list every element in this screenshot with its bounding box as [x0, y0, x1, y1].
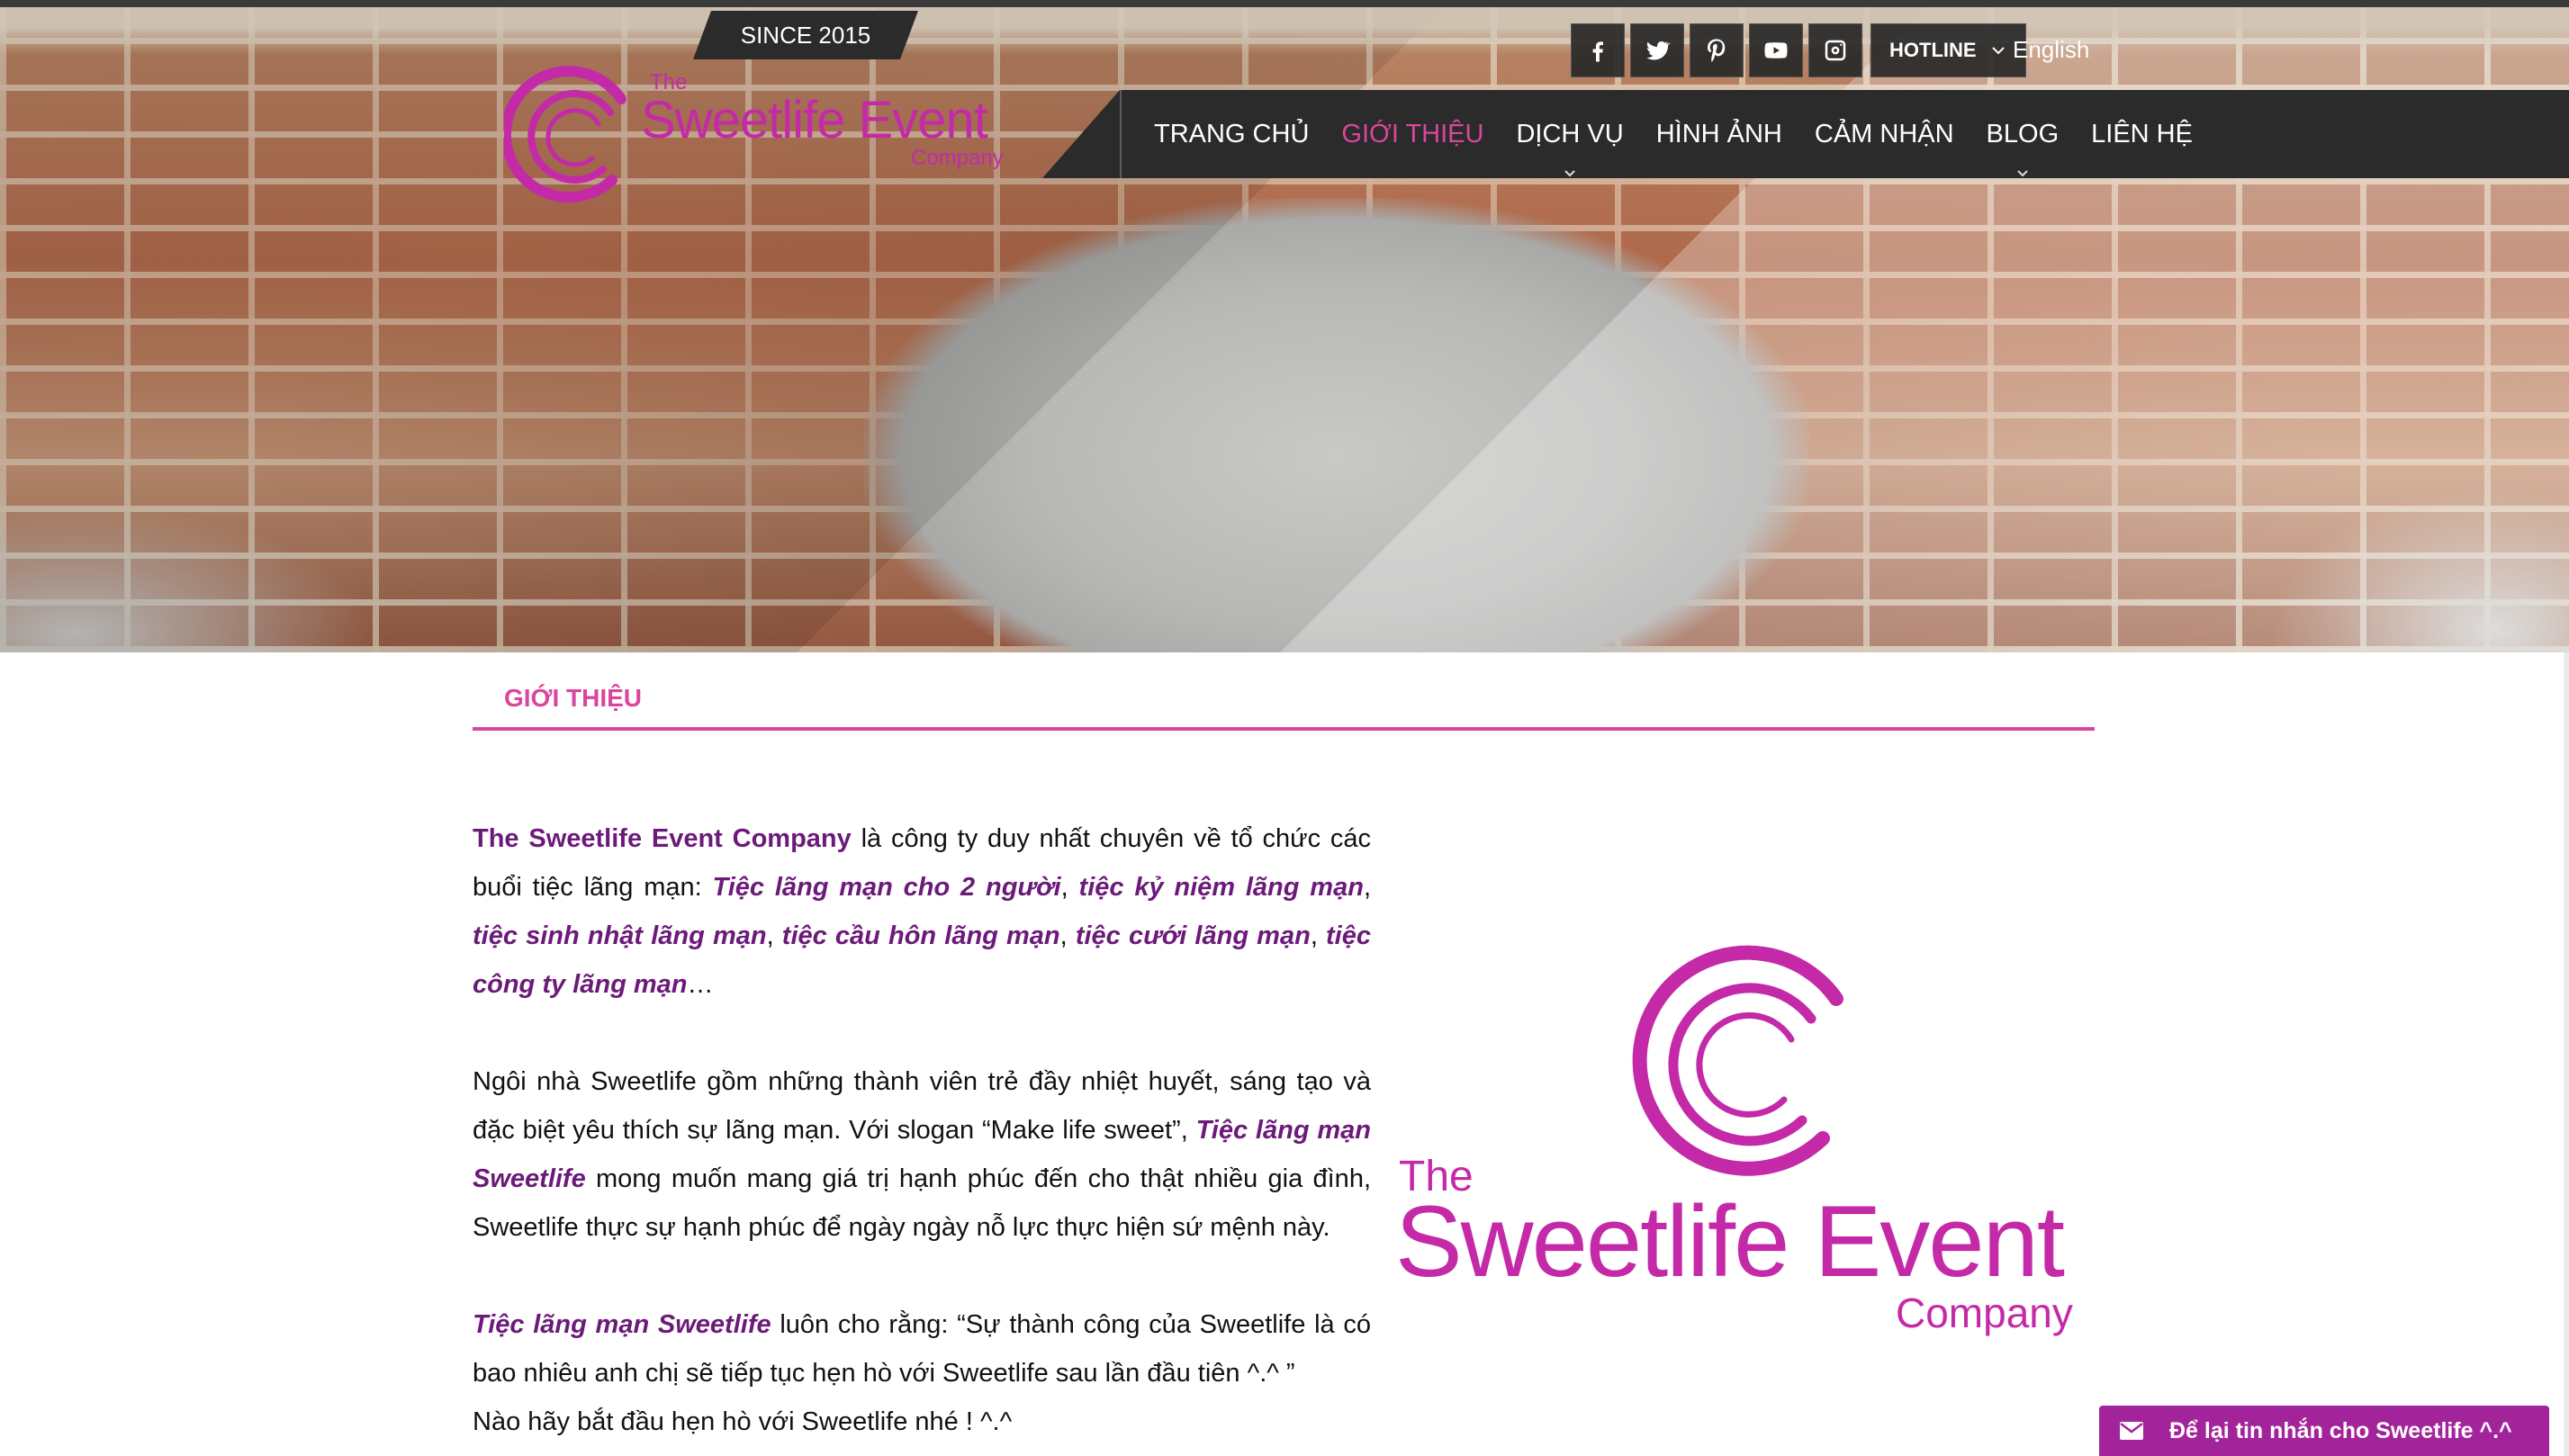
logo-name-text: Sweetlife Event	[641, 91, 988, 149]
nav-item-testimonials[interactable]: CẢM NHẬN	[1798, 90, 1970, 178]
nav-item-contact[interactable]: LIÊN HỆ	[2075, 90, 2209, 178]
article-paragraph: Tiệc lãng mạn Sweetlife luôn cho rằng: “…	[473, 1300, 1371, 1398]
link-sweetlife[interactable]: Tiệc lãng mạn Sweetlife	[473, 1310, 771, 1339]
envelope-icon	[2120, 1422, 2143, 1440]
nav-item-blog[interactable]: BLOG	[1970, 90, 2076, 178]
swirl-logo-icon	[1632, 945, 1843, 1176]
link-anniversary[interactable]: tiệc kỷ niệm lãng mạn	[1079, 873, 1364, 902]
link-proposal[interactable]: tiệc cầu hôn lãng mạn	[782, 921, 1060, 950]
nav-item-label: GIỚI THIỆU	[1341, 119, 1484, 148]
separator: ,	[1310, 921, 1327, 950]
language-switch-link[interactable]: English	[2013, 36, 2089, 64]
article-paragraph: Nào hãy bắt đầu hẹn hò với Sweetlife nhé…	[473, 1407, 1013, 1436]
twitter-icon[interactable]	[1630, 23, 1684, 77]
separator: ,	[1059, 921, 1076, 950]
scrollbar-track[interactable]	[2564, 652, 2569, 1456]
site-logo[interactable]: The Sweetlife Event Company	[504, 63, 1008, 207]
hotline-dropdown[interactable]: HOTLINE	[1870, 23, 2026, 77]
company-name: The Sweetlife Event Company	[473, 824, 852, 853]
main-nav: TRANG CHỦ GIỚI THIỆU DỊCH VỤ HÌNH ẢNH CẢ…	[1120, 90, 2209, 178]
link-wedding[interactable]: tiệc cưới lãng mạn	[1076, 921, 1311, 950]
separator: ,	[1363, 873, 1371, 902]
logo-company-text: Company	[911, 146, 1004, 170]
chevron-down-icon	[1563, 158, 1577, 177]
page-title: GIỚI THIỆU	[504, 684, 643, 712]
chevron-down-icon	[1991, 47, 2005, 55]
ellipsis: …	[687, 970, 714, 999]
instagram-icon[interactable]	[1808, 23, 1862, 77]
hotline-label: HOTLINE	[1889, 39, 1977, 61]
separator: ,	[766, 921, 782, 950]
facebook-icon[interactable]	[1571, 23, 1625, 77]
paragraph-text: mong muốn mang giá trị hạnh phúc đến cho…	[473, 1164, 1371, 1242]
pinterest-icon[interactable]	[1690, 23, 1744, 77]
chat-widget[interactable]: Để lại tin nhắn cho Sweetlife ^.^	[2099, 1406, 2549, 1456]
about-article: The Sweetlife Event Company là công ty d…	[473, 814, 1371, 1446]
hero-top-edge	[0, 0, 2569, 54]
article-paragraph: Ngôi nhà Sweetlife gồm những thành viên …	[473, 1057, 1371, 1252]
chat-label: Để lại tin nhắn cho Sweetlife ^.^	[2169, 1417, 2512, 1443]
article-paragraph: The Sweetlife Event Company là công ty d…	[473, 814, 1371, 1009]
nav-item-gallery[interactable]: HÌNH ẢNH	[1640, 90, 1798, 178]
nav-item-label: BLOG	[1986, 119, 2060, 148]
logo-name-text: Sweetlife Event	[1395, 1185, 2065, 1298]
chevron-down-icon	[2015, 158, 2030, 177]
nav-item-label: DỊCH VỤ	[1516, 119, 1624, 148]
link-birthday[interactable]: tiệc sinh nhật lãng mạn	[473, 921, 767, 950]
since-badge: SINCE 2015	[693, 11, 918, 59]
link-romantic-dinner[interactable]: Tiệc lãng mạn cho 2 người	[713, 873, 1061, 902]
company-logo-image: The Sweetlife Event Company	[1395, 936, 2079, 1336]
separator: ,	[1060, 873, 1079, 902]
nav-item-services[interactable]: DỊCH VỤ	[1500, 90, 1639, 178]
social-links	[1571, 23, 1862, 77]
youtube-icon[interactable]	[1749, 23, 1803, 77]
section-header: GIỚI THIỆU	[473, 684, 2095, 731]
swirl-logo-icon	[504, 66, 626, 203]
nav-item-home[interactable]: TRANG CHỦ	[1138, 90, 1325, 178]
nav-item-about[interactable]: GIỚI THIỆU	[1325, 90, 1500, 178]
logo-company-text: Company	[1896, 1290, 2073, 1336]
